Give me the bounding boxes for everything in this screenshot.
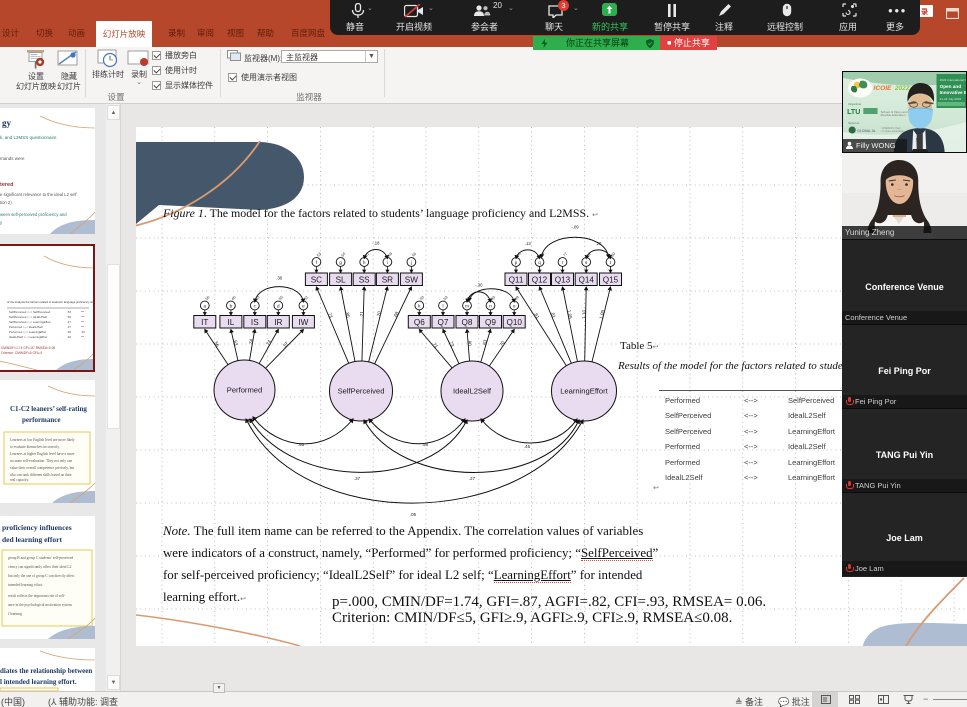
svg-text:SC: SC [311, 276, 322, 285]
svg-text:.81: .81 [533, 311, 541, 319]
svg-text:Q13: Q13 [555, 276, 571, 285]
svg-text:e: e [302, 303, 305, 308]
svg-text:.73: .73 [327, 311, 334, 319]
svg-text:.77: .77 [562, 252, 569, 259]
svg-text:d: d [277, 303, 280, 308]
svg-text:.80: .80 [345, 311, 351, 319]
svg-text:.05: .05 [410, 512, 417, 517]
svg-text:o: o [513, 303, 516, 308]
svg-text:ICOIE: ICOIE [873, 85, 892, 92]
svg-text:a: a [204, 303, 207, 308]
svg-text:.81: .81 [550, 311, 557, 319]
svg-text:Q15: Q15 [603, 276, 619, 285]
svg-text:.58: .58 [204, 295, 211, 302]
svg-text:i: i [387, 260, 388, 265]
svg-text:.37: .37 [354, 476, 361, 481]
svg-text:.53: .53 [298, 442, 305, 447]
svg-text:.57: .57 [281, 341, 289, 349]
svg-text:Performed: Performed [227, 386, 262, 395]
svg-text:2022 International C: 2022 International C [940, 78, 966, 82]
svg-text:l: l [442, 303, 443, 308]
svg-text:.46: .46 [411, 252, 418, 259]
svg-text:p: p [515, 260, 518, 265]
svg-text:IR: IR [274, 318, 282, 327]
svg-text:-.09: -.09 [571, 225, 579, 230]
svg-text:Sponsor: Sponsor [848, 121, 859, 125]
svg-text:.64: .64 [340, 252, 347, 259]
svg-text:.13: .13 [525, 241, 531, 246]
svg-text:IS: IS [251, 318, 259, 327]
svg-text:1.05: 1.05 [566, 309, 573, 319]
svg-text:GLOBAL AL: GLOBAL AL [857, 129, 876, 133]
svg-text:n: n [489, 303, 492, 308]
svg-text:Q7: Q7 [438, 318, 449, 327]
svg-text:q: q [538, 260, 541, 265]
svg-text:1.09: 1.09 [598, 309, 605, 319]
svg-text:21-22 July 2022: 21-22 July 2022 [940, 97, 962, 101]
svg-text:SW: SW [405, 276, 418, 285]
svg-text:LearningEffort: LearningEffort [560, 387, 608, 396]
svg-text:.74: .74 [265, 339, 273, 347]
svg-text:SR: SR [382, 276, 393, 285]
svg-text:.55: .55 [278, 295, 285, 302]
svg-text:.53: .53 [316, 252, 323, 259]
svg-text:-.18: -.18 [372, 241, 380, 246]
svg-text:m: m [465, 303, 469, 308]
svg-text:Q6: Q6 [414, 318, 425, 327]
svg-text:.73: .73 [448, 339, 455, 347]
svg-text:Q9: Q9 [485, 318, 496, 327]
svg-text:.70: .70 [498, 340, 506, 348]
svg-text:.59: .59 [422, 442, 429, 447]
svg-text:SS: SS [359, 276, 370, 285]
svg-text:-.30: -.30 [475, 283, 483, 288]
svg-text:Q14: Q14 [578, 276, 594, 285]
svg-text:.80: .80 [610, 252, 617, 259]
svg-text:IW: IW [298, 318, 308, 327]
svg-text:2022: 2022 [894, 85, 910, 92]
svg-text:b: b [230, 303, 233, 308]
svg-text:in open education: in open education [882, 129, 905, 133]
svg-text:IdealL2Self: IdealL2Self [453, 387, 492, 396]
svg-text:Open and: Open and [940, 84, 962, 89]
svg-text:.71: .71 [359, 311, 364, 318]
svg-text:Q10: Q10 [506, 318, 522, 327]
svg-text:SL: SL [336, 276, 346, 285]
svg-text:.50: .50 [419, 295, 426, 302]
svg-text:SelfPerceived: SelfPerceived [338, 387, 385, 396]
svg-text:.49: .49 [387, 252, 394, 259]
svg-text:.71: .71 [431, 341, 439, 349]
svg-text:.53: .53 [442, 295, 449, 302]
svg-text:.38: .38 [276, 276, 282, 281]
svg-text:j: j [410, 260, 412, 265]
svg-text:Q11: Q11 [509, 276, 524, 285]
svg-text:IL: IL [227, 318, 234, 327]
svg-text:Organizer: Organizer [848, 102, 861, 106]
svg-text:Q8: Q8 [462, 318, 473, 327]
svg-text:.46: .46 [230, 295, 237, 302]
svg-text:Innovative Ed: Innovative Ed [940, 90, 966, 95]
svg-text:.80: .80 [467, 339, 472, 346]
svg-text:Q12: Q12 [532, 276, 548, 285]
svg-text:.68: .68 [392, 311, 399, 319]
svg-text:.27: .27 [469, 476, 476, 481]
svg-text:h: h [363, 260, 366, 265]
svg-text:LTU: LTU [847, 109, 860, 116]
svg-text:Flexible Education: Flexible Education [881, 113, 906, 117]
svg-text:.56: .56 [213, 340, 221, 348]
svg-text:.74: .74 [248, 338, 254, 346]
svg-text:IT: IT [201, 318, 208, 327]
svg-text:.63: .63 [232, 339, 238, 347]
svg-text:1.10: 1.10 [582, 309, 587, 318]
svg-text:g: g [339, 260, 342, 265]
svg-text:.46: .46 [524, 444, 531, 449]
